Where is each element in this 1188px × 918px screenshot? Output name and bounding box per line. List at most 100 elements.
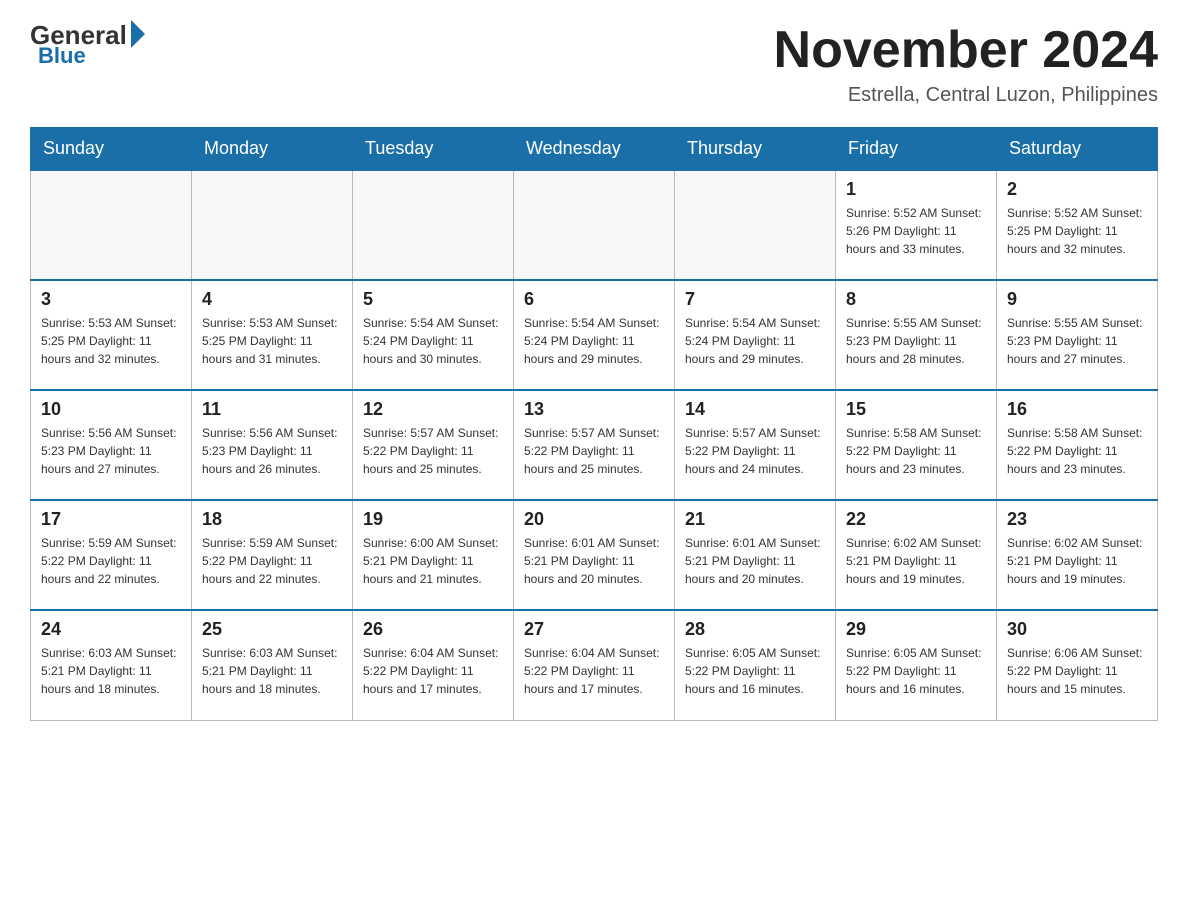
calendar-cell: 25 Sunrise: 6:03 AM Sunset: 5:21 PM Dayli… (192, 610, 353, 720)
day-number: 27 (524, 619, 664, 640)
day-info: Sunrise: 6:01 AM Sunset: 5:21 PM Dayligh… (524, 534, 664, 588)
day-number: 7 (685, 289, 825, 310)
calendar-cell: 23 Sunrise: 6:02 AM Sunset: 5:21 PM Dayli… (997, 500, 1158, 610)
day-number: 3 (41, 289, 181, 310)
calendar-cell: 28 Sunrise: 6:05 AM Sunset: 5:22 PM Dayli… (675, 610, 836, 720)
day-of-week-header: Monday (192, 128, 353, 171)
day-info: Sunrise: 6:02 AM Sunset: 5:21 PM Dayligh… (1007, 534, 1147, 588)
day-of-week-header: Wednesday (514, 128, 675, 171)
day-of-week-header: Saturday (997, 128, 1158, 171)
day-info: Sunrise: 6:03 AM Sunset: 5:21 PM Dayligh… (202, 644, 342, 698)
logo-blue-text: Blue (38, 43, 86, 69)
day-number: 28 (685, 619, 825, 640)
calendar-cell: 14 Sunrise: 5:57 AM Sunset: 5:22 PM Dayli… (675, 390, 836, 500)
calendar-cell: 6Sunrise: 5:54 AM Sunset: 5:24 PM Daylig… (514, 280, 675, 390)
day-info: Sunrise: 6:01 AM Sunset: 5:21 PM Dayligh… (685, 534, 825, 588)
day-number: 16 (1007, 399, 1147, 420)
day-info: Sunrise: 6:06 AM Sunset: 5:22 PM Dayligh… (1007, 644, 1147, 698)
day-info: Sunrise: 6:05 AM Sunset: 5:22 PM Dayligh… (685, 644, 825, 698)
calendar-cell: 19 Sunrise: 6:00 AM Sunset: 5:21 PM Dayli… (353, 500, 514, 610)
calendar-cell: 22 Sunrise: 6:02 AM Sunset: 5:21 PM Dayli… (836, 500, 997, 610)
logo-triangle-icon (131, 20, 145, 48)
day-number: 5 (363, 289, 503, 310)
day-info: Sunrise: 6:02 AM Sunset: 5:21 PM Dayligh… (846, 534, 986, 588)
title-section: November 2024 Estrella, Central Luzon, P… (774, 20, 1158, 107)
calendar-cell: 3Sunrise: 5:53 AM Sunset: 5:25 PM Daylig… (31, 280, 192, 390)
day-info: Sunrise: 5:54 AM Sunset: 5:24 PM Dayligh… (685, 314, 825, 368)
day-info: Sunrise: 5:58 AM Sunset: 5:22 PM Dayligh… (1007, 424, 1147, 478)
calendar-cell: 2 Sunrise: 5:52 AM Sunset: 5:25 PM Daylig… (997, 170, 1158, 280)
day-number: 9 (1007, 289, 1147, 310)
day-number: 15 (846, 399, 986, 420)
calendar-cell: 4 Sunrise: 5:53 AM Sunset: 5:25 PM Daylig… (192, 280, 353, 390)
day-info: Sunrise: 5:54 AM Sunset: 5:24 PM Dayligh… (363, 314, 503, 368)
day-of-week-header: Sunday (31, 128, 192, 171)
day-number: 21 (685, 509, 825, 530)
calendar: SundayMondayTuesdayWednesdayThursdayFrid… (30, 127, 1158, 721)
logo: General Blue (30, 20, 145, 69)
day-number: 11 (202, 399, 342, 420)
calendar-cell: 1 Sunrise: 5:52 AM Sunset: 5:26 PM Daylig… (836, 170, 997, 280)
calendar-cell: 7 Sunrise: 5:54 AM Sunset: 5:24 PM Daylig… (675, 280, 836, 390)
calendar-cell: 24 Sunrise: 6:03 AM Sunset: 5:21 PM Dayli… (31, 610, 192, 720)
day-number: 8 (846, 289, 986, 310)
calendar-cell: 18 Sunrise: 5:59 AM Sunset: 5:22 PM Dayli… (192, 500, 353, 610)
day-info: Sunrise: 5:56 AM Sunset: 5:23 PM Dayligh… (41, 424, 181, 478)
day-number: 22 (846, 509, 986, 530)
week-row: 3 Sunrise: 5:53 AM Sunset: 5:25 PM Daylig… (31, 280, 1158, 390)
day-number: 26 (363, 619, 503, 640)
day-number: 14 (685, 399, 825, 420)
day-info: Sunrise: 5:55 AM Sunset: 5:23 PM Dayligh… (1007, 314, 1147, 368)
day-info: Sunrise: 5:57 AM Sunset: 5:22 PM Dayligh… (524, 424, 664, 478)
week-row: 24 Sunrise: 6:03 AM Sunset: 5:21 PM Dayli… (31, 610, 1158, 720)
day-info: Sunrise: 5:52 AM Sunset: 5:25 PM Dayligh… (1007, 204, 1147, 258)
month-title: November 2024 (774, 20, 1158, 80)
calendar-cell (31, 170, 192, 280)
day-info: Sunrise: 5:57 AM Sunset: 5:22 PM Dayligh… (685, 424, 825, 478)
week-row: 1 Sunrise: 5:52 AM Sunset: 5:26 PM Daylig… (31, 170, 1158, 280)
calendar-cell: 12Sunrise: 5:57 AM Sunset: 5:22 PM Dayli… (353, 390, 514, 500)
day-number: 6 (524, 289, 664, 310)
day-number: 23 (1007, 509, 1147, 530)
day-of-week-header: Thursday (675, 128, 836, 171)
week-row: 17Sunrise: 5:59 AM Sunset: 5:22 PM Dayli… (31, 500, 1158, 610)
day-info: Sunrise: 5:58 AM Sunset: 5:22 PM Dayligh… (846, 424, 986, 478)
calendar-cell: 5 Sunrise: 5:54 AM Sunset: 5:24 PM Daylig… (353, 280, 514, 390)
day-number: 25 (202, 619, 342, 640)
day-number: 18 (202, 509, 342, 530)
calendar-cell: 30 Sunrise: 6:06 AM Sunset: 5:22 PM Dayli… (997, 610, 1158, 720)
calendar-cell: 21 Sunrise: 6:01 AM Sunset: 5:21 PM Dayli… (675, 500, 836, 610)
day-number: 19 (363, 509, 503, 530)
day-info: Sunrise: 5:52 AM Sunset: 5:26 PM Dayligh… (846, 204, 986, 258)
location: Estrella, Central Luzon, Philippines (774, 84, 1158, 107)
day-info: Sunrise: 6:03 AM Sunset: 5:21 PM Dayligh… (41, 644, 181, 698)
calendar-cell: 16 Sunrise: 5:58 AM Sunset: 5:22 PM Dayli… (997, 390, 1158, 500)
header: General Blue November 2024 Estrella, Cen… (30, 20, 1158, 107)
day-number: 2 (1007, 179, 1147, 200)
day-info: Sunrise: 6:05 AM Sunset: 5:22 PM Dayligh… (846, 644, 986, 698)
day-number: 10 (41, 399, 181, 420)
calendar-cell: 8 Sunrise: 5:55 AM Sunset: 5:23 PM Daylig… (836, 280, 997, 390)
calendar-cell (192, 170, 353, 280)
calendar-cell: 11Sunrise: 5:56 AM Sunset: 5:23 PM Dayli… (192, 390, 353, 500)
day-number: 13 (524, 399, 664, 420)
day-number: 29 (846, 619, 986, 640)
calendar-header-row: SundayMondayTuesdayWednesdayThursdayFrid… (31, 128, 1158, 171)
calendar-cell: 27 Sunrise: 6:04 AM Sunset: 5:22 PM Dayli… (514, 610, 675, 720)
day-number: 12 (363, 399, 503, 420)
day-number: 4 (202, 289, 342, 310)
calendar-cell: 13 Sunrise: 5:57 AM Sunset: 5:22 PM Dayli… (514, 390, 675, 500)
day-of-week-header: Friday (836, 128, 997, 171)
day-number: 30 (1007, 619, 1147, 640)
day-number: 24 (41, 619, 181, 640)
day-info: Sunrise: 5:59 AM Sunset: 5:22 PM Dayligh… (202, 534, 342, 588)
day-info: Sunrise: 5:59 AM Sunset: 5:22 PM Dayligh… (41, 534, 181, 588)
day-info: Sunrise: 6:04 AM Sunset: 5:22 PM Dayligh… (524, 644, 664, 698)
day-number: 20 (524, 509, 664, 530)
day-number: 1 (846, 179, 986, 200)
day-info: Sunrise: 6:04 AM Sunset: 5:22 PM Dayligh… (363, 644, 503, 698)
day-info: Sunrise: 5:55 AM Sunset: 5:23 PM Dayligh… (846, 314, 986, 368)
day-of-week-header: Tuesday (353, 128, 514, 171)
day-info: Sunrise: 6:00 AM Sunset: 5:21 PM Dayligh… (363, 534, 503, 588)
day-info: Sunrise: 5:53 AM Sunset: 5:25 PM Dayligh… (202, 314, 342, 368)
